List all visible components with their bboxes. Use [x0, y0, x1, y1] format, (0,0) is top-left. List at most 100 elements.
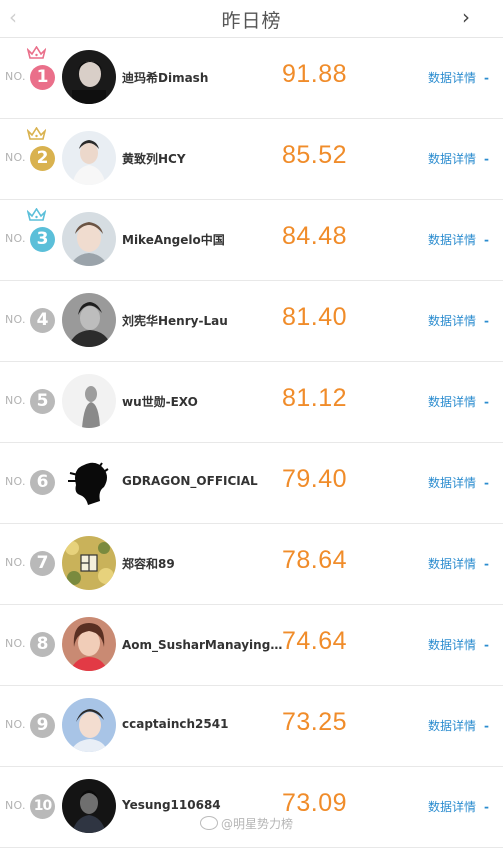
data-details-link[interactable]: 数据详情 -	[428, 393, 489, 410]
expand-arrow-icon[interactable]: -	[484, 233, 489, 247]
crown-icon	[27, 208, 46, 221]
ranking-row[interactable]: NO. 4 刘宪华Henry-Lau 81.40 数据详情 -	[0, 281, 503, 362]
rank-badge: 3	[30, 227, 55, 252]
no-label: NO.	[5, 394, 26, 407]
no-label: NO.	[5, 313, 26, 326]
expand-arrow-icon[interactable]: -	[484, 152, 489, 166]
data-details-link[interactable]: 数据详情 -	[428, 474, 489, 491]
next-arrow-icon[interactable]: ›	[462, 6, 470, 28]
data-details-label[interactable]: 数据详情	[428, 557, 476, 571]
data-details-link[interactable]: 数据详情 -	[428, 636, 489, 653]
no-label: NO.	[5, 799, 26, 812]
rank-badge: 8	[30, 632, 55, 657]
score-value: 78.64	[282, 546, 348, 574]
avatar[interactable]	[62, 698, 116, 752]
data-details-link[interactable]: 数据详情 -	[428, 717, 489, 734]
expand-arrow-icon[interactable]: -	[484, 314, 489, 328]
score-value: 73.09	[282, 789, 348, 817]
no-label: NO.	[5, 637, 26, 650]
no-label: NO.	[5, 718, 26, 731]
ranking-list: NO. 1 迪玛希Dimash 91.88 数据详情 - NO. 2 黄致列HCY…	[0, 38, 503, 848]
data-details-label[interactable]: 数据详情	[428, 395, 476, 409]
no-label: NO.	[5, 475, 26, 488]
data-details-link[interactable]: 数据详情 -	[428, 69, 489, 86]
expand-arrow-icon[interactable]: -	[484, 395, 489, 409]
ranking-row[interactable]: NO. 3 MikeAngelo中国 84.48 数据详情 -	[0, 200, 503, 281]
star-name[interactable]: 郑容和89	[122, 555, 175, 572]
star-name[interactable]: 刘宪华Henry-Lau	[122, 312, 228, 329]
star-name[interactable]: 迪玛希Dimash	[122, 69, 208, 86]
no-label: NO.	[5, 70, 26, 83]
expand-arrow-icon[interactable]: -	[484, 557, 489, 571]
rank-badge: 7	[30, 551, 55, 576]
ranking-row[interactable]: NO. 10 Yesung110684 73.09 数据详情 -	[0, 767, 503, 848]
expand-arrow-icon[interactable]: -	[484, 638, 489, 652]
data-details-link[interactable]: 数据详情 -	[428, 555, 489, 572]
score-value: 73.25	[282, 708, 348, 736]
data-details-label[interactable]: 数据详情	[428, 314, 476, 328]
expand-arrow-icon[interactable]: -	[484, 719, 489, 733]
star-name[interactable]: GDRAGON_OFFICIAL	[122, 474, 258, 488]
expand-arrow-icon[interactable]: -	[484, 800, 489, 814]
ranking-row[interactable]: NO. 5 wu世勋-EXO 81.12 数据详情 -	[0, 362, 503, 443]
avatar[interactable]	[62, 617, 116, 671]
data-details-label[interactable]: 数据详情	[428, 233, 476, 247]
watermark-text: @明星势力榜	[221, 817, 294, 831]
data-details-link[interactable]: 数据详情 -	[428, 798, 489, 815]
ranking-row[interactable]: NO. 1 迪玛希Dimash 91.88 数据详情 -	[0, 38, 503, 119]
weibo-icon	[200, 816, 218, 830]
ranking-row[interactable]: NO. 9 ccaptainch2541 73.25 数据详情 -	[0, 686, 503, 767]
star-name[interactable]: wu世勋-EXO	[122, 393, 198, 410]
data-details-link[interactable]: 数据详情 -	[428, 312, 489, 329]
star-name[interactable]: Yesung110684	[122, 798, 221, 812]
avatar[interactable]	[62, 374, 116, 428]
star-name[interactable]: MikeAngelo中国	[122, 231, 225, 248]
no-label: NO.	[5, 556, 26, 569]
data-details-label[interactable]: 数据详情	[428, 638, 476, 652]
expand-arrow-icon[interactable]: -	[484, 476, 489, 490]
score-value: 79.40	[282, 465, 348, 493]
header-bar: ‹ 昨日榜 ›	[0, 0, 503, 38]
ranking-row[interactable]: NO. 6 GDRAGON_OFFICIAL 79.40 数据详情 -	[0, 443, 503, 524]
ranking-row[interactable]: NO. 7 郑容和89 78.64 数据详情 -	[0, 524, 503, 605]
data-details-label[interactable]: 数据详情	[428, 476, 476, 490]
expand-arrow-icon[interactable]: -	[484, 71, 489, 85]
score-value: 84.48	[282, 222, 348, 250]
data-details-label[interactable]: 数据详情	[428, 719, 476, 733]
crown-icon	[27, 46, 46, 59]
data-details-label[interactable]: 数据详情	[428, 71, 476, 85]
page-title: 昨日榜	[221, 10, 282, 32]
rank-badge: 9	[30, 713, 55, 738]
rank-badge: 4	[30, 308, 55, 333]
data-details-label[interactable]: 数据详情	[428, 152, 476, 166]
avatar[interactable]	[62, 779, 116, 833]
score-value: 85.52	[282, 141, 348, 169]
rank-badge: 10	[30, 794, 55, 819]
crown-icon	[27, 127, 46, 140]
score-value: 74.64	[282, 627, 348, 655]
rank-badge: 6	[30, 470, 55, 495]
avatar[interactable]	[62, 131, 116, 185]
data-details-label[interactable]: 数据详情	[428, 800, 476, 814]
avatar[interactable]	[62, 455, 116, 509]
rank-badge: 5	[30, 389, 55, 414]
star-name[interactable]: Aom_SusharManaying_李...	[122, 636, 287, 653]
avatar[interactable]	[62, 536, 116, 590]
rank-badge: 1	[30, 65, 55, 90]
star-name[interactable]: 黄致列HCY	[122, 150, 186, 167]
watermark: @明星势力榜	[200, 815, 293, 832]
avatar[interactable]	[62, 293, 116, 347]
data-details-link[interactable]: 数据详情 -	[428, 150, 489, 167]
data-details-link[interactable]: 数据详情 -	[428, 231, 489, 248]
score-value: 81.40	[282, 303, 348, 331]
star-name[interactable]: ccaptainch2541	[122, 717, 228, 731]
ranking-row[interactable]: NO. 8 Aom_SusharManaying_李... 74.64 数据详情…	[0, 605, 503, 686]
score-value: 81.12	[282, 384, 348, 412]
score-value: 91.88	[282, 60, 348, 88]
no-label: NO.	[5, 232, 26, 245]
ranking-row[interactable]: NO. 2 黄致列HCY 85.52 数据详情 -	[0, 119, 503, 200]
rank-badge: 2	[30, 146, 55, 171]
avatar[interactable]	[62, 212, 116, 266]
no-label: NO.	[5, 151, 26, 164]
avatar[interactable]	[62, 50, 116, 104]
